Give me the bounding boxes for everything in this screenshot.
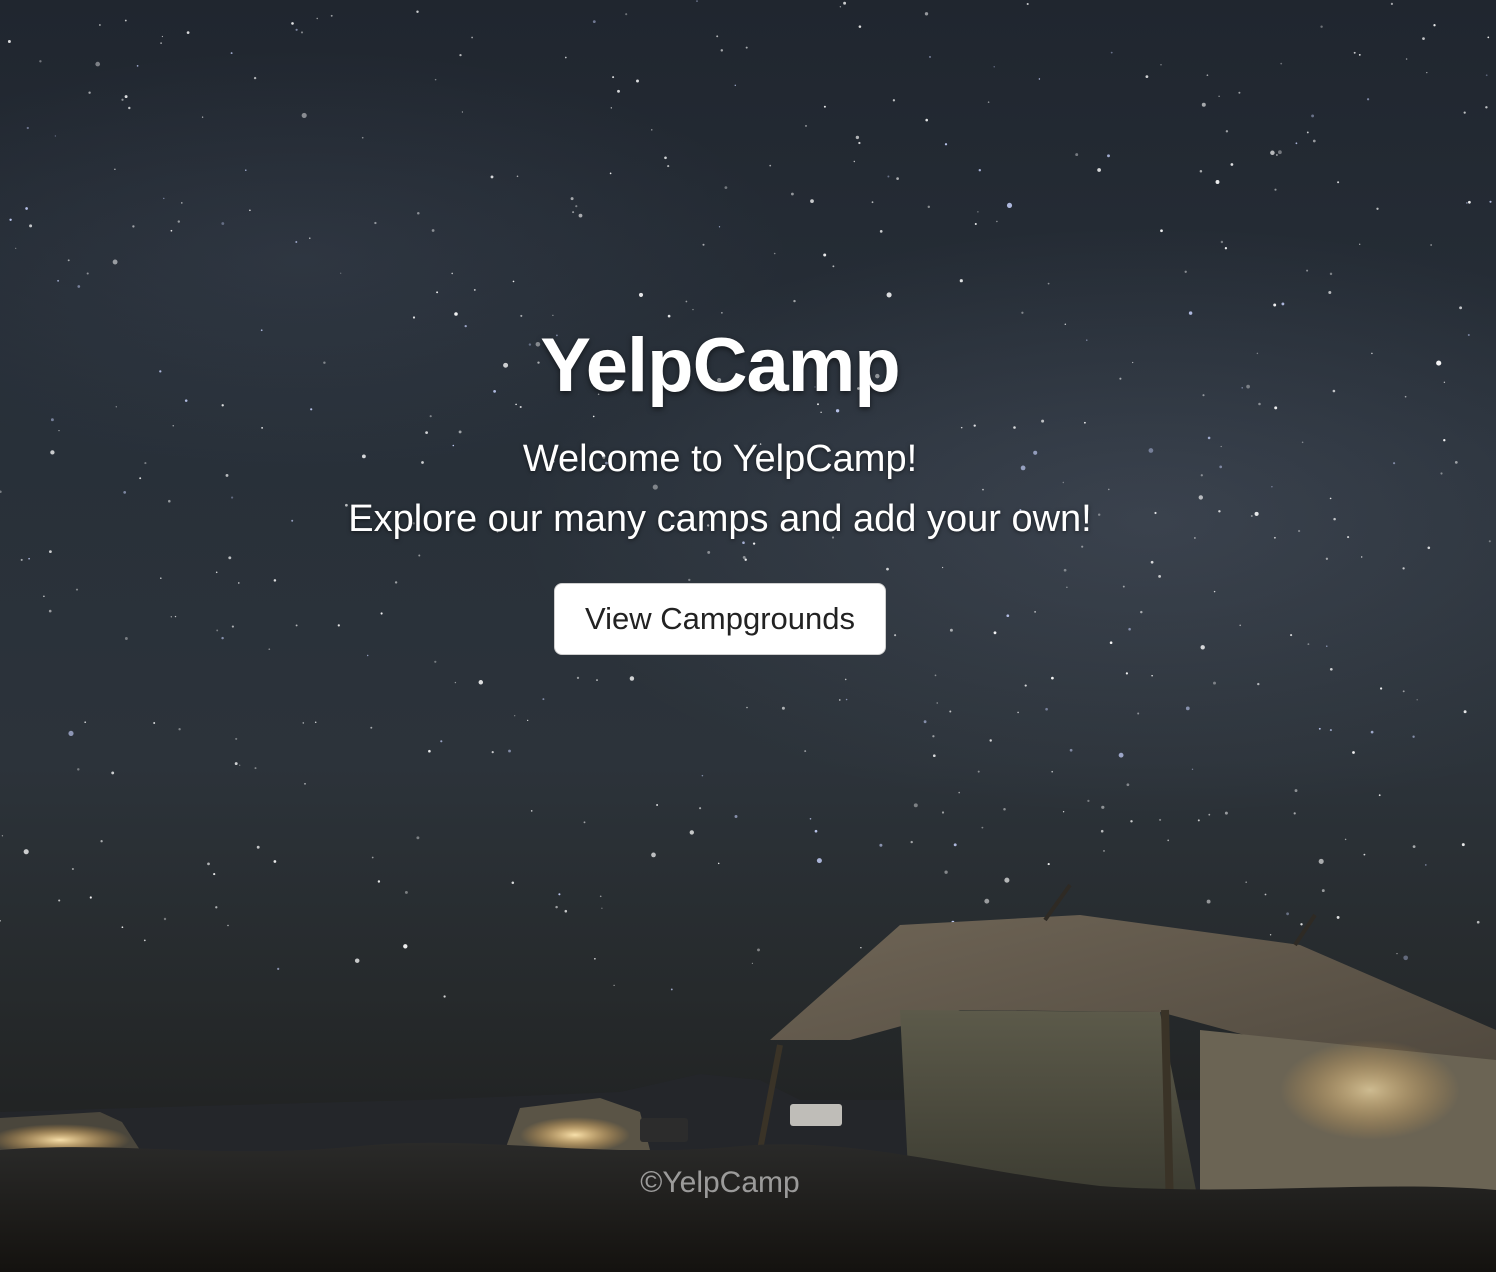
view-campgrounds-button[interactable]: View Campgrounds <box>554 583 886 655</box>
tagline-text: Explore our many camps and add your own! <box>348 498 1092 540</box>
footer-copyright: ©YelpCamp <box>640 1166 800 1199</box>
hero-background: YelpCamp Welcome to YelpCamp! Explore ou… <box>0 0 1496 1272</box>
site-title: YelpCamp <box>540 323 900 408</box>
welcome-text: Welcome to YelpCamp! <box>522 438 918 480</box>
